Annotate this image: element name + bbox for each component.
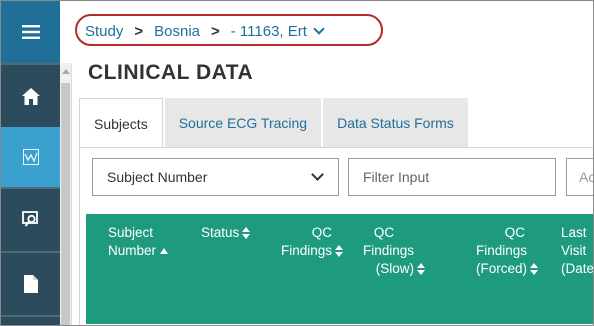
nav-home[interactable] <box>1 63 60 127</box>
top-bar: Study > Bosnia > - 11163, Ert <box>60 1 593 63</box>
scroll-thumb[interactable] <box>61 83 70 325</box>
breadcrumb-separator-icon: > <box>134 22 144 40</box>
column-header-line: Visit <box>561 243 587 258</box>
column-header-qc-findings-slow[interactable]: QC Findings (Slow) <box>350 224 426 278</box>
column-header-line: Subject <box>108 225 154 240</box>
column-header-last-visit-date[interactable]: Last Visit (Date <box>561 224 594 278</box>
sort-icon[interactable] <box>530 263 539 276</box>
column-header-line: Status <box>201 225 240 240</box>
tab-source-ecg-tracing[interactable]: Source ECG Tracing <box>164 98 322 148</box>
sort-icon[interactable] <box>335 245 344 258</box>
breadcrumb-site[interactable]: - 11163, Ert <box>231 23 307 40</box>
tab-data-status-forms[interactable]: Data Status Forms <box>323 98 468 148</box>
menu-button[interactable] <box>1 1 60 63</box>
nav-search-reports[interactable] <box>1 187 60 251</box>
column-header-subject-number[interactable]: Subject Number <box>108 224 169 260</box>
column-header-line: Findings <box>280 243 332 258</box>
breadcrumb: Study > Bosnia > - 11163, Ert <box>85 21 325 41</box>
column-header-line: QC <box>373 225 395 240</box>
column-header-line: (Forced) <box>475 261 527 276</box>
column-header-status[interactable]: Status <box>201 224 251 242</box>
nav-more[interactable] <box>1 315 60 325</box>
additional-control-label: Ac <box>579 169 594 185</box>
column-header-line: Findings <box>362 243 414 258</box>
additional-control[interactable]: Ac <box>566 158 594 196</box>
column-header-line: (Slow) <box>375 261 414 276</box>
hamburger-menu-icon <box>21 25 40 39</box>
filter-field-select[interactable]: Subject Number <box>92 158 339 196</box>
breadcrumb-region[interactable]: Bosnia <box>154 23 200 40</box>
column-header-line: Number <box>108 243 157 258</box>
sort-ascending-icon[interactable] <box>160 248 169 255</box>
column-header-line: QC <box>504 225 525 240</box>
filter-field-value: Subject Number <box>107 169 208 185</box>
app-window: Study > Bosnia > - 11163, Ert CLINICAL D… <box>0 0 594 326</box>
tab-bar: Subjects Source ECG Tracing Data Status … <box>79 98 470 148</box>
sort-icon[interactable] <box>417 263 426 276</box>
column-header-line: QC <box>311 225 332 240</box>
vertical-scrollbar[interactable] <box>60 63 72 325</box>
side-navigation <box>1 1 60 325</box>
home-icon <box>21 87 40 105</box>
search-document-icon <box>21 211 38 227</box>
breadcrumb-study[interactable]: Study <box>85 23 123 40</box>
column-header-qc-findings[interactable]: QC Findings <box>276 224 344 260</box>
chart-icon <box>22 149 39 165</box>
breadcrumb-separator-icon: > <box>211 22 220 40</box>
nav-clinical-data[interactable] <box>1 127 60 187</box>
column-header-line: (Date <box>561 261 594 276</box>
table-header: Subject Number Status QC Findings QC Fin… <box>86 214 594 324</box>
sort-icon[interactable] <box>242 227 251 240</box>
document-icon <box>23 275 38 293</box>
chevron-down-icon[interactable] <box>313 22 325 35</box>
column-header-line: Last <box>561 225 587 240</box>
nav-documents[interactable] <box>1 251 60 315</box>
filter-input[interactable] <box>348 158 556 196</box>
column-header-qc-findings-forced[interactable]: QC Findings (Forced) <box>457 224 539 278</box>
chevron-down-icon <box>311 168 324 181</box>
scroll-up-arrow-icon[interactable] <box>62 69 70 74</box>
tab-subjects[interactable]: Subjects <box>79 98 163 148</box>
page-title: CLINICAL DATA <box>88 61 254 84</box>
column-header-line: Findings <box>475 243 527 258</box>
